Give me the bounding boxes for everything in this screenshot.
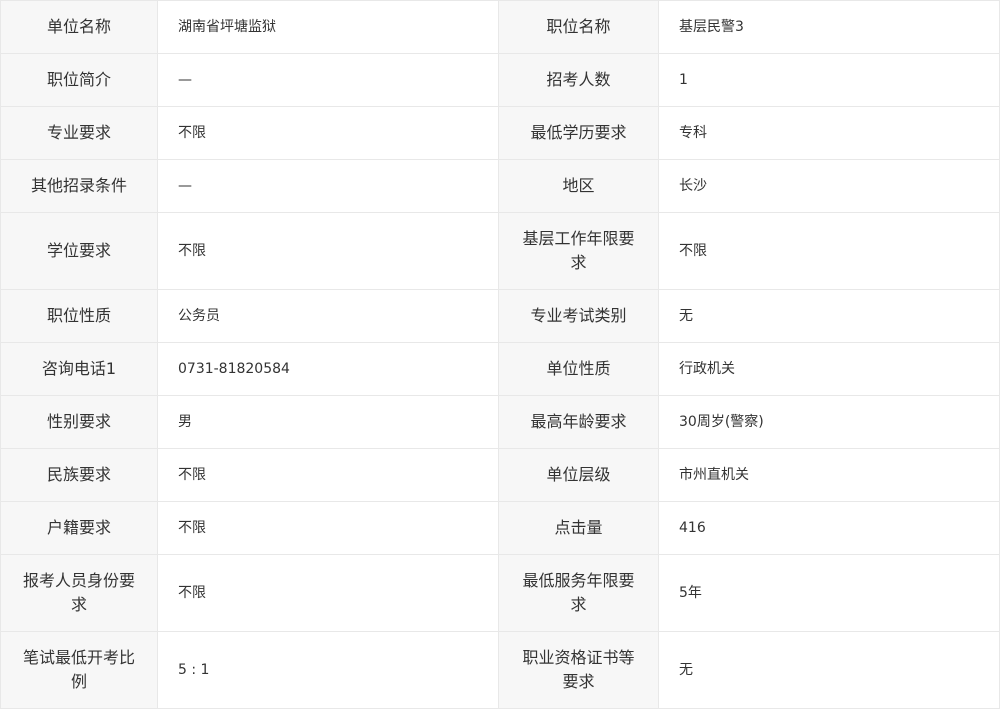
- field-value: 5年: [658, 554, 1000, 632]
- field-value: 不限: [157, 212, 499, 290]
- field-value: 0731-81820584: [157, 342, 499, 396]
- field-value: 市州直机关: [658, 448, 1000, 502]
- position-info-table: 单位名称 湖南省坪塘监狱 职位名称 基层民警3 职位简介 — 招考人数 1 专业…: [0, 0, 1000, 709]
- field-value: 不限: [658, 212, 1000, 290]
- table-row: 民族要求 不限 单位层级 市州直机关: [0, 448, 1000, 502]
- field-label: 最低学历要求: [498, 106, 659, 160]
- field-label: 其他招录条件: [0, 159, 158, 213]
- field-label: 学位要求: [0, 212, 158, 290]
- field-value: 行政机关: [658, 342, 1000, 396]
- field-value: 长沙: [658, 159, 1000, 213]
- field-value: 不限: [157, 448, 499, 502]
- field-label: 职位性质: [0, 289, 158, 343]
- field-value: 不限: [157, 106, 499, 160]
- table-row: 职位性质 公务员 专业考试类别 无: [0, 289, 1000, 343]
- field-value: 公务员: [157, 289, 499, 343]
- field-label: 点击量: [498, 501, 659, 555]
- field-value: 1: [658, 53, 1000, 107]
- field-label: 咨询电话1: [0, 342, 158, 396]
- table-row: 户籍要求 不限 点击量 416: [0, 501, 1000, 555]
- field-label: 笔试最低开考比例: [0, 631, 158, 709]
- table-row: 学位要求 不限 基层工作年限要求 不限: [0, 212, 1000, 290]
- field-value: 30周岁(警察): [658, 395, 1000, 449]
- field-label: 基层工作年限要求: [498, 212, 659, 290]
- table-row: 职位简介 — 招考人数 1: [0, 53, 1000, 107]
- field-value: —: [157, 53, 499, 107]
- table-row: 咨询电话1 0731-81820584 单位性质 行政机关: [0, 342, 1000, 396]
- field-label: 职业资格证书等要求: [498, 631, 659, 709]
- field-value: 男: [157, 395, 499, 449]
- table-row: 专业要求 不限 最低学历要求 专科: [0, 106, 1000, 160]
- field-label: 职位名称: [498, 0, 659, 54]
- table-row: 笔试最低开考比例 5 : 1 职业资格证书等要求 无: [0, 631, 1000, 709]
- field-label: 单位名称: [0, 0, 158, 54]
- field-label: 专业考试类别: [498, 289, 659, 343]
- field-value: 无: [658, 631, 1000, 709]
- field-label: 性别要求: [0, 395, 158, 449]
- field-label: 职位简介: [0, 53, 158, 107]
- field-label: 单位层级: [498, 448, 659, 502]
- field-label: 报考人员身份要求: [0, 554, 158, 632]
- table-row: 报考人员身份要求 不限 最低服务年限要求 5年: [0, 554, 1000, 632]
- field-label: 专业要求: [0, 106, 158, 160]
- field-label: 民族要求: [0, 448, 158, 502]
- field-label: 最低服务年限要求: [498, 554, 659, 632]
- field-value: 基层民警3: [658, 0, 1000, 54]
- field-label: 单位性质: [498, 342, 659, 396]
- field-value: 不限: [157, 501, 499, 555]
- table-row: 其他招录条件 — 地区 长沙: [0, 159, 1000, 213]
- field-label: 地区: [498, 159, 659, 213]
- field-value: 416: [658, 501, 1000, 555]
- field-value: 5 : 1: [157, 631, 499, 709]
- field-value: 湖南省坪塘监狱: [157, 0, 499, 54]
- field-value: 不限: [157, 554, 499, 632]
- field-value: —: [157, 159, 499, 213]
- field-value: 专科: [658, 106, 1000, 160]
- field-label: 最高年龄要求: [498, 395, 659, 449]
- table-row: 单位名称 湖南省坪塘监狱 职位名称 基层民警3: [0, 0, 1000, 54]
- field-label: 户籍要求: [0, 501, 158, 555]
- field-value: 无: [658, 289, 1000, 343]
- field-label: 招考人数: [498, 53, 659, 107]
- table-row: 性别要求 男 最高年龄要求 30周岁(警察): [0, 395, 1000, 449]
